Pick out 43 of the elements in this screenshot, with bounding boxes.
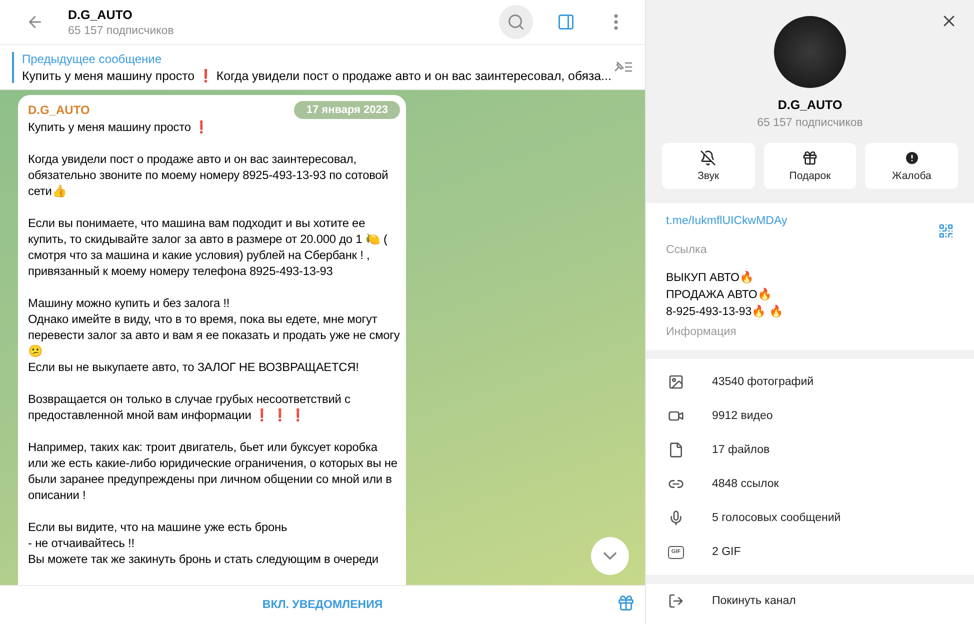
media-row[interactable]: 9912 видео (646, 399, 974, 433)
info-line: 8-925-493-13-93🔥 🔥 (666, 304, 784, 320)
info-line: ВЫКУП АВТО🔥 (666, 270, 754, 286)
link-caption: Ссылка (666, 244, 708, 256)
media-row[interactable]: 17 файлов (646, 433, 974, 467)
message-paragraph: Когда увидели пост о продаже авто и он вас заинтересовал, обязательно звоните по моему номеру 8925-493-13-93 по сотовой сети👍 (28, 151, 390, 199)
search-button[interactable] (499, 5, 533, 39)
side-panel-icon (557, 13, 575, 31)
muted-bell-icon (700, 150, 716, 166)
search-icon (507, 13, 525, 31)
date-chip: 17 января 2023 (294, 101, 400, 119)
message-paragraph: Например, таких как: троит двигатель, бьет или буксует коробка или же есть какие-либо юридические ограничения, о которых вы не были заранее предупреждены при личном общении со мной или в описании ! (28, 439, 398, 503)
microphone-icon (668, 510, 684, 526)
subscriber-count: 65 157 подписчиков (68, 24, 175, 36)
media-row[interactable]: 5 голосовых сообщений (646, 501, 974, 535)
info-line: ПРОДАЖА АВТО🔥 (666, 287, 772, 303)
qr-code-icon[interactable] (938, 223, 954, 239)
message-paragraph: Машину можно купить и без залога !! Однако имейте в виду, что в то время, пока вы едете, мне могут перевести залог за авто и вам я ее показать и продать уже не смогу😕 Если вы не выкупаете авто, то ЗАЛОГ НЕ ВОЗВРАЩАЕТСЯ! (28, 295, 400, 375)
exit-icon (668, 593, 684, 609)
message-paragraph: Если вы видите, что на машине уже есть бронь - не отчаивайтесь !! Вы можете так же закинуть бронь и стать следующим в очереди (28, 519, 380, 567)
profile-action-button[interactable]: Звук (662, 143, 755, 189)
profile-action-button[interactable]: Подарок (764, 143, 856, 189)
file-icon (668, 442, 684, 458)
message-paragraph: Если вы понимаете, что машина вам подходит и вы хотите ее купить, то скидывайте залог за авто в размере от 20.000 до 1 🍋 ( смотря что за машина и какие условия) рублей на Сбербанк ! , привязанный к моему номеру телефона 8925-493-13-93 (28, 215, 388, 279)
gift-button[interactable] (617, 594, 635, 612)
media-row[interactable]: 43540 фотографий (646, 365, 974, 399)
profile-name: D.G_AUTO (778, 98, 842, 112)
info-caption: Информация (666, 326, 738, 338)
channel-title: D.G_AUTO (68, 8, 134, 22)
message-paragraph: Возвращается он только в случае грубых несоответствий с предоставленной мной вам информации ❗ ❗ ❗ (28, 391, 352, 423)
gift-icon (802, 150, 818, 166)
pinned-text: Купить у меня машину просто ❗ Когда увидели пост о продаже авто и он вас заинтересовал, обяза... (22, 68, 612, 82)
pinned-label: Предыдущее сообщение (22, 52, 163, 66)
gift-icon (617, 594, 635, 612)
message-author: D.G_AUTO (28, 103, 90, 117)
profile-action-button[interactable]: Жалоба (865, 143, 958, 189)
media-row[interactable]: 4848 ссылок (646, 467, 974, 501)
exclamation-icon (904, 150, 920, 166)
more-icon (614, 14, 618, 30)
profile-subscriber-count: 65 157 подписчиков (757, 117, 863, 129)
scroll-down-button[interactable] (591, 537, 629, 575)
message-paragraph: Купить у меня машину просто ❗ (28, 119, 210, 135)
image-icon (668, 374, 684, 390)
